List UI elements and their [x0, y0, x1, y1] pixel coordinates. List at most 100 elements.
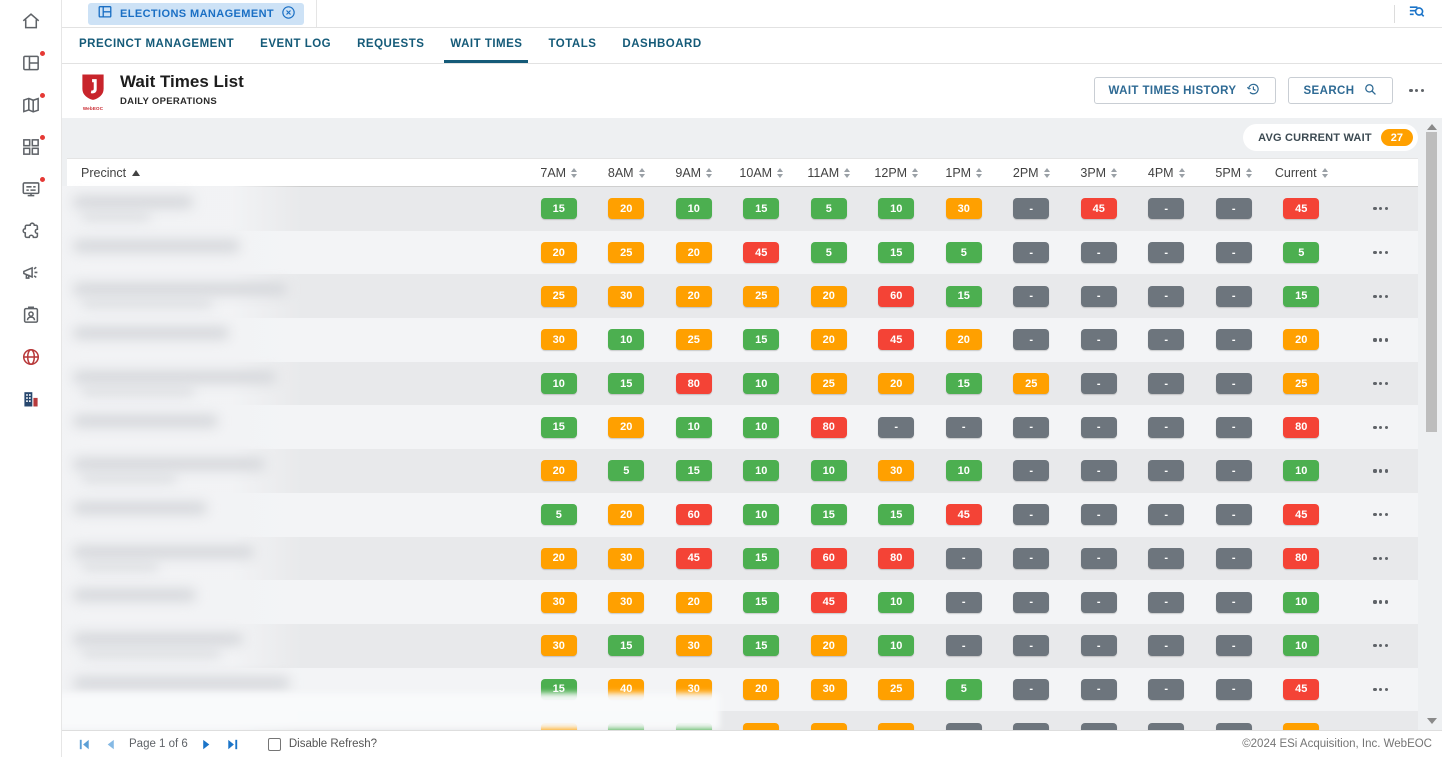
column-label: 8AM [608, 166, 634, 180]
more-actions-button[interactable] [1405, 85, 1428, 96]
row-menu-button[interactable] [1369, 291, 1392, 302]
column-header-2pm[interactable]: 2PM [998, 166, 1066, 180]
first-page-button[interactable] [71, 737, 97, 752]
wait-time-badge-gray: - [1081, 329, 1117, 350]
row-menu-button[interactable] [1369, 596, 1392, 607]
sidebar-item-web-globe[interactable] [0, 336, 61, 378]
column-header-8am[interactable]: 8AM [593, 166, 661, 180]
webeoc-logo: WebEOC [78, 73, 108, 111]
sidebar-item-plugins[interactable] [0, 210, 61, 252]
workspace-tab-elections-management[interactable]: ELECTIONS MANAGEMENT [88, 3, 304, 25]
row-menu-button[interactable] [1369, 247, 1392, 258]
wait-time-badge-orange: 20 [743, 679, 779, 700]
wait-time-badge-gray: - [1081, 373, 1117, 394]
row-menu-button[interactable] [1369, 203, 1392, 214]
column-header-3pm[interactable]: 3PM [1065, 166, 1133, 180]
column-header-current[interactable]: Current [1268, 166, 1336, 180]
list-search-icon[interactable] [1407, 2, 1426, 26]
sort-icon [1111, 168, 1117, 178]
sidebar-item-apps[interactable] [0, 126, 61, 168]
column-header-7am[interactable]: 7AM [525, 166, 593, 180]
wait-time-badge-red: 60 [811, 548, 847, 569]
close-icon[interactable] [281, 5, 296, 23]
row-menu-button[interactable] [1369, 465, 1392, 476]
wait-time-badge-gray: - [946, 548, 982, 569]
sidebar-item-organization[interactable] [0, 378, 61, 420]
table-row: 30102515204520----20 [67, 318, 1418, 362]
row-menu-button[interactable] [1369, 553, 1392, 564]
sort-icon [1179, 168, 1185, 178]
sidebar-item-contacts[interactable] [0, 294, 61, 336]
wait-time-badge-gray: - [946, 417, 982, 438]
column-header-11am[interactable]: 11AM [795, 166, 863, 180]
row-menu-button[interactable] [1369, 640, 1392, 651]
column-label: 10AM [739, 166, 772, 180]
next-page-button[interactable] [194, 737, 220, 752]
wait-time-badge-gray: - [1013, 329, 1049, 350]
column-header-1pm[interactable]: 1PM [930, 166, 998, 180]
sidebar-item-boards[interactable] [0, 42, 61, 84]
sidebar-item-maps[interactable] [0, 84, 61, 126]
tab-precinct-management[interactable]: PRECINCT MANAGEMENT [73, 28, 240, 63]
column-header-10am[interactable]: 10AM [728, 166, 796, 180]
table-row: 1015801025201525---25 [67, 362, 1418, 406]
column-header-precinct[interactable]: Precinct [67, 166, 525, 180]
wait-time-badge-red: 45 [1283, 679, 1319, 700]
wait-times-history-button[interactable]: WAIT TIMES HISTORY [1094, 77, 1277, 104]
sidebar-item-checklists[interactable] [0, 168, 61, 210]
wait-time-badge-orange: 25 [1283, 373, 1319, 394]
table-row: 5206010151545----45 [67, 493, 1418, 537]
wait-time-badge-orange: 25 [541, 286, 577, 307]
row-menu-button[interactable] [1369, 422, 1392, 433]
wait-time-badge-orange: 20 [608, 198, 644, 219]
wait-time-badge-orange [541, 723, 577, 730]
wait-times-table: Precinct 7AM 8AM 9AM 10AM 11AM 12PM 1PM2PM3PM4P… [67, 158, 1418, 730]
tab-event-log[interactable]: EVENT LOG [254, 28, 337, 63]
wait-time-badge-orange: 20 [811, 329, 847, 350]
row-menu-button[interactable] [1369, 684, 1392, 695]
tab-dashboard[interactable]: DASHBOARD [616, 28, 707, 63]
last-page-button[interactable] [220, 737, 246, 752]
column-label: 12PM [874, 166, 907, 180]
row-menu-button[interactable] [1369, 334, 1392, 345]
wait-time-badge-red: 45 [878, 329, 914, 350]
page-title: Wait Times List [120, 72, 244, 92]
table-row: 2051510103010----10 [67, 449, 1418, 493]
wait-time-badge-orange: 20 [676, 592, 712, 613]
tab-wait-times[interactable]: WAIT TIMES [444, 28, 528, 63]
wait-time-badge-gray: - [1013, 417, 1049, 438]
announcements-icon [20, 262, 42, 284]
wait-time-badge-orange: 30 [541, 635, 577, 656]
tab-totals[interactable]: TOTALS [542, 28, 602, 63]
column-header-12pm[interactable]: 12PM [863, 166, 931, 180]
wait-time-badge-gray: - [1148, 504, 1184, 525]
sidebar-item-home[interactable] [0, 0, 61, 42]
wait-time-badge-green: 5 [1283, 242, 1319, 263]
column-header-5pm[interactable]: 5PM [1200, 166, 1268, 180]
wait-time-badge-green: 15 [608, 373, 644, 394]
previous-page-button[interactable] [97, 737, 123, 752]
row-menu-button[interactable] [1369, 378, 1392, 389]
wait-time-badge-gray: - [1081, 242, 1117, 263]
disable-refresh-checkbox[interactable] [268, 738, 281, 751]
sidebar-item-announcements[interactable] [0, 252, 61, 294]
row-menu-button[interactable] [1369, 509, 1392, 520]
wait-time-badge-orange: 25 [878, 679, 914, 700]
search-button[interactable]: SEARCH [1288, 77, 1393, 104]
wait-time-badge-gray: - [1216, 417, 1252, 438]
wait-time-badge-green: 10 [811, 460, 847, 481]
checklists-icon [20, 178, 42, 200]
contacts-icon [20, 304, 42, 326]
avg-current-wait-pill: AVG CURRENT WAIT 27 [1243, 124, 1418, 151]
wait-time-badge-green: 10 [608, 329, 644, 350]
scroll-up-arrow[interactable] [1427, 124, 1437, 130]
tab-requests[interactable]: REQUESTS [351, 28, 430, 63]
scroll-down-arrow[interactable] [1427, 718, 1437, 724]
column-header-4pm[interactable]: 4PM [1133, 166, 1201, 180]
scrollbar-thumb[interactable] [1426, 132, 1437, 432]
column-label: Precinct [81, 166, 126, 180]
wait-time-badge-green: 5 [811, 242, 847, 263]
column-header-9am[interactable]: 9AM [660, 166, 728, 180]
wait-time-badge-gray: - [1081, 635, 1117, 656]
wait-time-badge-gray: - [1148, 548, 1184, 569]
